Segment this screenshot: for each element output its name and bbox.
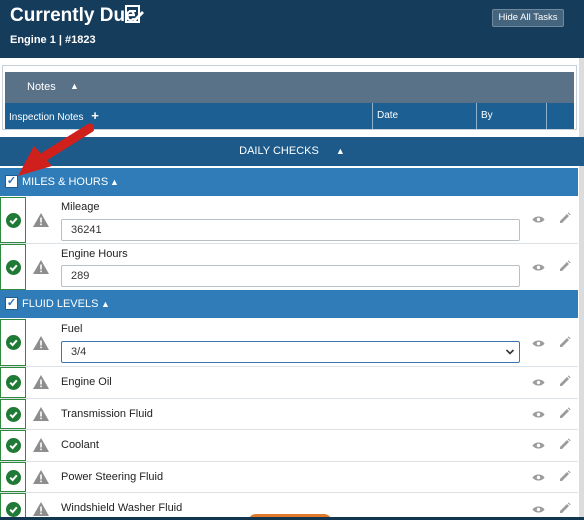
pencil-icon[interactable] [559, 336, 571, 348]
chevron-down-icon [505, 349, 515, 355]
annotation-arrow-icon [18, 123, 94, 176]
item-label: Power Steering Fluid [61, 471, 164, 483]
fuel-level-value: 3/4 [71, 346, 87, 358]
pencil-icon[interactable] [559, 260, 571, 272]
item-label: Coolant [61, 439, 99, 451]
check-circle-icon [9, 379, 18, 387]
eye-icon[interactable] [532, 378, 545, 387]
section-fluid-levels[interactable]: ✓ FLUID LEVELS ▲ [0, 290, 578, 318]
warning-icon[interactable] [33, 213, 49, 227]
item-label: Fuel [61, 323, 83, 335]
page-header: Currently Due Engine 1 | #1823 Hide All … [0, 0, 584, 58]
pencil-icon[interactable] [559, 375, 571, 387]
check-row-transmission-fluid: Transmission Fluid [0, 399, 578, 430]
warning-icon[interactable] [33, 470, 49, 484]
status-ok-button[interactable] [0, 319, 26, 366]
check-row-engine-oil: Engine Oil [0, 367, 578, 399]
date-column-header: Date [373, 103, 477, 129]
check-row-power-steering-fluid: Power Steering Fluid [0, 462, 578, 493]
status-ok-button[interactable] [0, 244, 26, 290]
item-label: Windshield Washer Fluid [61, 502, 183, 514]
fuel-level-select[interactable]: 3/4 [61, 341, 520, 363]
notes-toggle[interactable]: Notes ▲ [5, 72, 574, 103]
pencil-icon[interactable] [559, 502, 571, 514]
item-label: Engine Hours [61, 248, 128, 260]
status-ok-button[interactable] [0, 399, 26, 429]
status-ok-button[interactable] [0, 367, 26, 398]
warning-icon[interactable] [33, 438, 49, 452]
check-circle-icon [9, 442, 18, 450]
caret-up-icon: ▲ [110, 177, 119, 187]
section-checkbox[interactable]: ✓ [5, 297, 18, 310]
eye-icon[interactable] [532, 473, 545, 482]
warning-icon[interactable] [33, 407, 49, 421]
check-circle-icon [9, 474, 18, 481]
pencil-icon[interactable] [559, 470, 571, 482]
warning-icon[interactable] [33, 260, 49, 274]
check-circle-icon [9, 411, 18, 418]
warning-icon[interactable] [33, 336, 49, 350]
page-title: Currently Due [10, 5, 136, 26]
caret-up-icon: ▲ [70, 81, 79, 91]
caret-up-icon: ▲ [335, 146, 345, 156]
scrollbar[interactable] [579, 58, 584, 520]
caret-up-icon: ▲ [101, 299, 110, 309]
check-row-fuel: Fuel 3/4 [0, 319, 578, 367]
check-circle-icon [9, 506, 18, 513]
eye-icon[interactable] [532, 441, 545, 450]
check-row-engine-hours: Engine Hours 289 [0, 244, 578, 291]
hide-all-tasks-button[interactable]: Hide All Tasks [492, 9, 564, 27]
warning-icon[interactable] [33, 375, 49, 389]
by-column-header: By [477, 103, 547, 129]
vehicle-subtitle: Engine 1 | #1823 [10, 34, 96, 46]
section-label: FLUID LEVELS [22, 298, 99, 310]
eye-icon[interactable] [532, 215, 545, 224]
status-ok-button[interactable] [0, 197, 26, 243]
item-label: Transmission Fluid [61, 408, 153, 420]
daily-checks-label: DAILY CHECKS [239, 145, 319, 157]
pencil-icon[interactable] [559, 438, 571, 450]
check-circle-icon [9, 264, 18, 271]
eye-icon[interactable] [532, 410, 545, 419]
check-circle-icon [9, 217, 18, 224]
pencil-icon[interactable] [559, 407, 571, 419]
status-ok-button[interactable] [0, 493, 26, 520]
check-row-coolant: Coolant [0, 430, 578, 462]
item-label: Engine Oil [61, 376, 112, 388]
pencil-icon[interactable] [559, 212, 571, 224]
status-ok-button[interactable] [0, 430, 26, 461]
status-ok-button[interactable] [0, 462, 26, 492]
notes-panel: Notes ▲ Inspection Notes + Date By [2, 65, 577, 130]
item-label: Mileage [61, 201, 100, 213]
check-row-mileage: Mileage 36241 [0, 197, 578, 244]
checklist-edit-icon[interactable] [125, 5, 145, 25]
actions-column-header [547, 103, 574, 129]
eye-icon[interactable] [532, 339, 545, 348]
warning-icon[interactable] [33, 502, 49, 516]
notes-label: Notes [27, 81, 56, 93]
check-circle-icon [9, 339, 18, 347]
eye-icon[interactable] [532, 263, 545, 272]
eye-icon[interactable] [532, 505, 545, 514]
mileage-input[interactable]: 36241 [61, 219, 520, 241]
engine-hours-input[interactable]: 289 [61, 265, 520, 287]
add-note-icon[interactable]: + [91, 108, 99, 123]
